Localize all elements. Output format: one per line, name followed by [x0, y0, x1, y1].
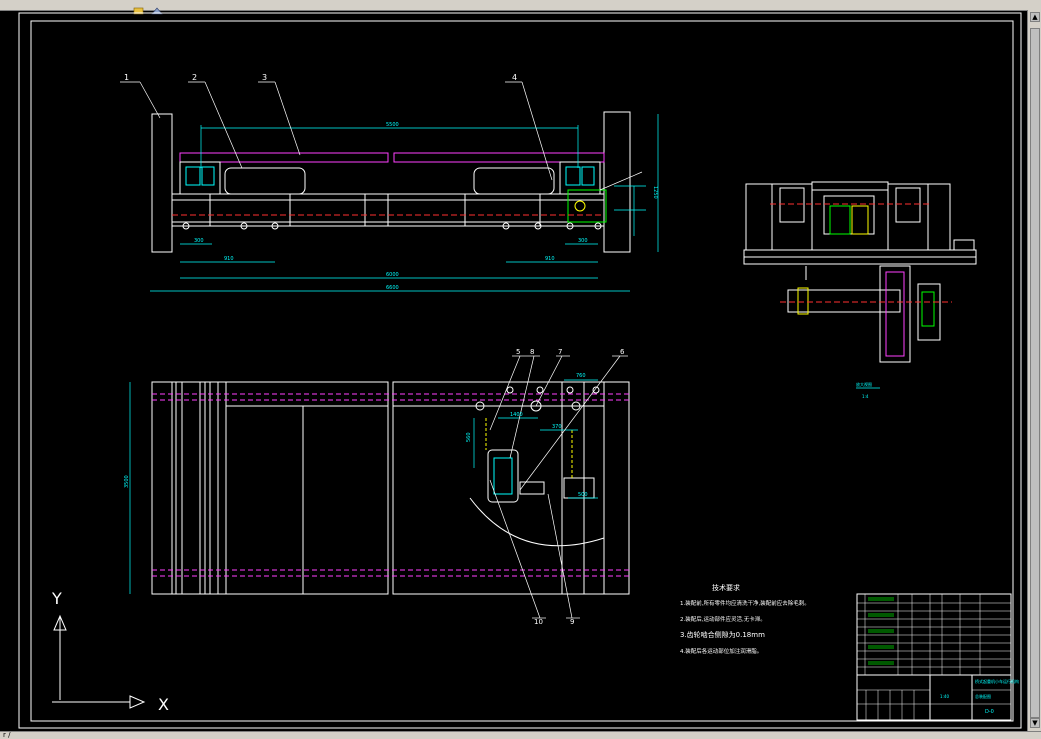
notes-title: 技术要求: [712, 583, 740, 592]
scroll-down-icon[interactable]: ▼: [1030, 718, 1040, 728]
part-number-10: 10: [534, 618, 543, 626]
dim-plan-2: 1400: [510, 412, 523, 418]
dim-top-span: 5500: [386, 122, 399, 128]
title-block-code: D-0: [985, 709, 994, 715]
title-block-title: 桥式起重机小车运行机构: [975, 678, 1019, 684]
dim-plan-3: 560: [466, 432, 472, 442]
vertical-scrollbar[interactable]: ▲ ▼: [1027, 10, 1041, 731]
part-number-6: 6: [620, 348, 625, 356]
outer-frame: [18, 12, 1022, 729]
scroll-thumb[interactable]: [1030, 28, 1040, 718]
toolbar-tool-icon[interactable]: [132, 0, 146, 15]
part-number-7: 7: [558, 348, 562, 356]
part-number-9: 9: [570, 618, 574, 626]
plan-view: [129, 355, 630, 619]
ucs-icon: [52, 614, 146, 709]
inner-frame: [30, 20, 1014, 722]
dim-overall-inner: 6000: [386, 272, 399, 278]
dim-right-small-2: 910: [545, 256, 555, 262]
side-detail-view: [743, 181, 977, 389]
part-number-5: 5: [516, 348, 520, 356]
note-1: 1.装配前,所有零件均应清洗干净,装配前应去除毛刺。: [680, 599, 810, 607]
dim-plan-1: 760: [576, 373, 586, 379]
drawing-canvas[interactable]: 1 2 3 4 5500 6000 6600 300 910 300 910 1…: [0, 10, 1027, 731]
part-number-1: 1: [124, 73, 129, 82]
dim-plan-height: 3500: [124, 475, 130, 488]
dim-height-right: 1250: [652, 186, 658, 199]
dim-left-small-1: 300: [194, 238, 204, 244]
dim-right-small-1: 300: [578, 238, 588, 244]
title-block-drawing-no: 总装配图: [975, 693, 991, 699]
front-view: [120, 81, 659, 292]
dim-plan-4: 370: [552, 424, 562, 430]
part-number-2: 2: [192, 73, 197, 82]
part-number-4: 4: [512, 73, 517, 82]
dim-overall-outer: 6600: [386, 285, 399, 291]
dim-left-small-2: 910: [224, 256, 234, 262]
part-number-3: 3: [262, 73, 267, 82]
note-3: 3.齿轮啮合侧隙为0.18mm: [680, 630, 765, 639]
toolbar-layer-icon[interactable]: [150, 0, 164, 15]
dim-plan-5: 500: [578, 492, 588, 498]
title-block-sheet: 1:40: [940, 694, 949, 699]
part-number-8: 8: [530, 348, 534, 356]
detail-label: 放大视图: [856, 381, 872, 387]
detail-scale: 1:4: [862, 394, 869, 399]
note-4: 4.装配后各运动部位加注润滑脂。: [680, 647, 762, 655]
scroll-up-icon[interactable]: ▲: [1030, 12, 1040, 22]
title-block: [856, 593, 1012, 721]
axis-y-label: Y: [51, 589, 62, 608]
axis-x-label: X: [158, 695, 169, 714]
note-2: 2.装配后,运动部件应灵活,无卡滞。: [680, 615, 766, 623]
